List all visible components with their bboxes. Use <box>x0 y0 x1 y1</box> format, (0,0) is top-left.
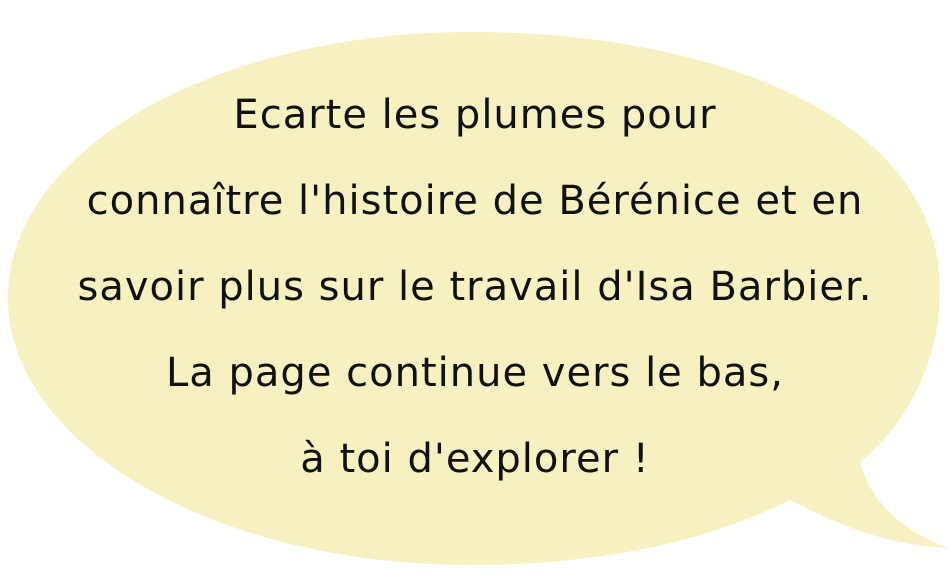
bubble-message: Ecarte les plumes pour connaître l'histo… <box>40 72 910 502</box>
message-line-2: connaître l'histoire de Bérénice et en <box>86 178 864 224</box>
message-line-1: Ecarte les plumes pour <box>233 92 717 138</box>
message-line-4: La page continue vers le bas, <box>166 350 784 396</box>
speech-bubble-graphic: Ecarte les plumes pour connaître l'histo… <box>0 0 950 576</box>
message-line-3: savoir plus sur le travail d'Isa Barbier… <box>77 264 873 310</box>
message-line-5: à toi d'explorer ! <box>300 436 650 482</box>
